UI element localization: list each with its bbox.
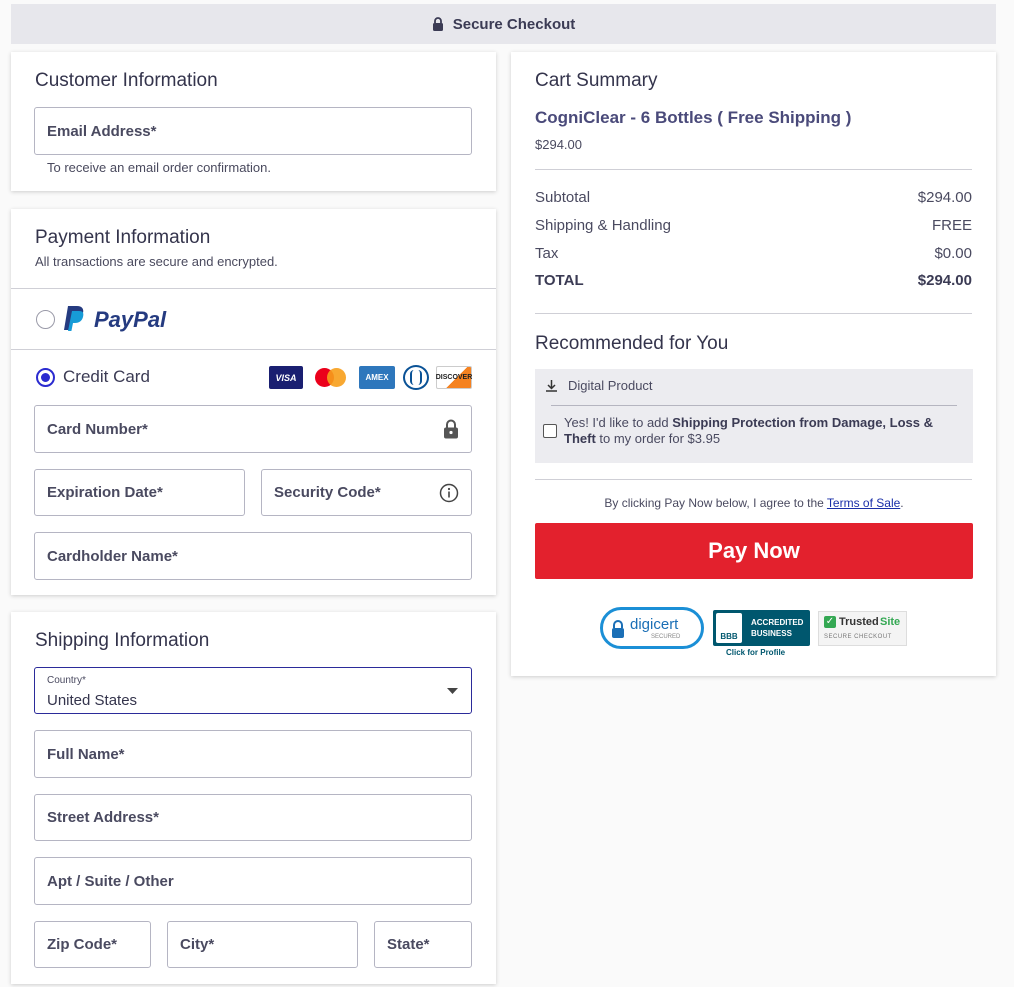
secure-checkout-title: Secure Checkout (452, 15, 576, 33)
bbb-caption: Click for Profile (726, 648, 786, 657)
card-number-field[interactable]: Card Number* (34, 405, 472, 453)
paypal-option[interactable]: PayPal (11, 289, 496, 349)
street-address-field[interactable]: Street Address* (34, 794, 472, 841)
payment-subheading: All transactions are secure and encrypte… (35, 254, 278, 269)
recommended-divider (551, 405, 957, 406)
trustedsite-check-icon: ✓ (824, 616, 836, 628)
cardholder-name-field[interactable]: Cardholder Name* (34, 532, 472, 580)
lock-icon (444, 419, 458, 439)
secure-checkout-bar: Secure Checkout (11, 4, 996, 44)
bbb-panel: BBB ACCREDITED BUSINESS (713, 610, 810, 646)
tax-row: Tax $0.00 (535, 245, 972, 262)
expiration-date-placeholder: Expiration Date* (47, 484, 163, 501)
digicert-sub: SECURED (651, 634, 681, 640)
city-field[interactable]: City* (167, 921, 358, 968)
cart-summary-heading: Cart Summary (535, 70, 658, 91)
full-name-placeholder: Full Name* (47, 745, 125, 763)
apt-suite-field[interactable]: Apt / Suite / Other (34, 857, 472, 905)
trustedsite-badge[interactable]: ✓ Trusted Site SECURE CHECKOUT (818, 611, 907, 646)
paypal-label: PayPal (94, 307, 167, 332)
customer-information-heading: Customer Information (35, 70, 218, 91)
recommended-heading: Recommended for You (535, 333, 729, 354)
paypal-icon (64, 306, 84, 331)
shipping-protection-checkbox[interactable] (543, 424, 557, 438)
cart-divider-2 (535, 313, 972, 314)
terms-agreement: By clicking Pay Now below, I agree to th… (604, 496, 904, 510)
mastercard-circle-orange (327, 368, 346, 387)
payment-divider-2 (11, 349, 496, 350)
shipping-protection-text[interactable]: Yes! I'd like to add Shipping Protection… (564, 415, 959, 447)
zip-code-field[interactable]: Zip Code* (34, 921, 151, 968)
digital-product-label: Digital Product (568, 378, 653, 393)
email-field[interactable]: Email Address* (34, 107, 472, 155)
card-number-placeholder: Card Number* (47, 420, 148, 438)
country-label: Country* (47, 675, 86, 686)
lock-icon (432, 17, 443, 31)
city-placeholder: City* (180, 936, 215, 953)
diners-inner (410, 370, 422, 385)
expiration-date-field[interactable]: Expiration Date* (34, 469, 245, 516)
diners-icon (403, 365, 429, 390)
apt-suite-placeholder: Apt / Suite / Other (47, 872, 174, 890)
bbb-line1: ACCREDITED (751, 618, 804, 627)
bbb-badge[interactable]: BBB ACCREDITED BUSINESS Click for Profil… (713, 610, 810, 658)
shipping-row: Shipping & Handling FREE (535, 217, 972, 234)
state-placeholder: State* (387, 936, 430, 953)
email-hint: To receive an email order confirmation. (47, 160, 271, 175)
security-code-placeholder: Security Code* (274, 484, 381, 501)
download-icon (546, 380, 557, 392)
trustedsite-name-a: Trusted (839, 616, 879, 628)
chevron-down-icon (447, 688, 458, 694)
product-name: CogniClear - 6 Bottles ( Free Shipping ) (535, 108, 852, 127)
digicert-lock-icon (612, 620, 624, 638)
paypal-radio[interactable] (36, 310, 55, 329)
email-placeholder: Email Address* (47, 122, 157, 140)
info-icon[interactable] (439, 483, 459, 503)
amex-icon: AMEX (359, 366, 395, 389)
subtotal-row: Subtotal $294.00 (535, 189, 972, 206)
country-value: United States (47, 692, 138, 709)
recommended-box: Digital Product Yes! I'd like to add Shi… (535, 369, 973, 463)
country-select[interactable]: Country* United States (34, 667, 472, 714)
trustedsite-name-b: Site (880, 616, 901, 628)
payment-information-heading: Payment Information (35, 227, 211, 248)
security-code-field[interactable]: Security Code* (261, 469, 472, 516)
product-price: $294.00 (535, 137, 582, 152)
bbb-line2: BUSINESS (751, 629, 792, 638)
discover-icon: DISCOVER (436, 366, 472, 389)
credit-card-radio[interactable] (36, 368, 55, 387)
visa-icon: VISA (269, 366, 303, 389)
full-name-field[interactable]: Full Name* (34, 730, 472, 778)
total-row: TOTAL $294.00 (535, 272, 972, 289)
credit-card-label[interactable]: Credit Card (63, 367, 150, 387)
customer-information-card: Customer Information Email Address* To r… (11, 52, 496, 191)
mastercard-icon (313, 366, 349, 389)
cart-summary-card: Cart Summary CogniClear - 6 Bottles ( Fr… (511, 52, 996, 676)
bbb-logo-icon: BBB (716, 613, 742, 643)
digicert-label: digicert (630, 616, 679, 633)
cardholder-name-placeholder: Cardholder Name* (47, 547, 178, 565)
zip-code-placeholder: Zip Code* (47, 936, 117, 953)
trustedsite-sub: SECURE CHECKOUT (824, 634, 892, 640)
cart-divider-1 (535, 169, 972, 170)
terms-of-sale-link[interactable]: Terms of Sale (827, 496, 900, 510)
shipping-information-heading: Shipping Information (35, 630, 210, 651)
state-field[interactable]: State* (374, 921, 472, 968)
cart-divider-3 (535, 479, 972, 480)
street-address-placeholder: Street Address* (47, 809, 159, 826)
digicert-badge[interactable]: digicert SECURED (600, 607, 704, 649)
pay-now-button[interactable]: Pay Now (535, 523, 973, 579)
